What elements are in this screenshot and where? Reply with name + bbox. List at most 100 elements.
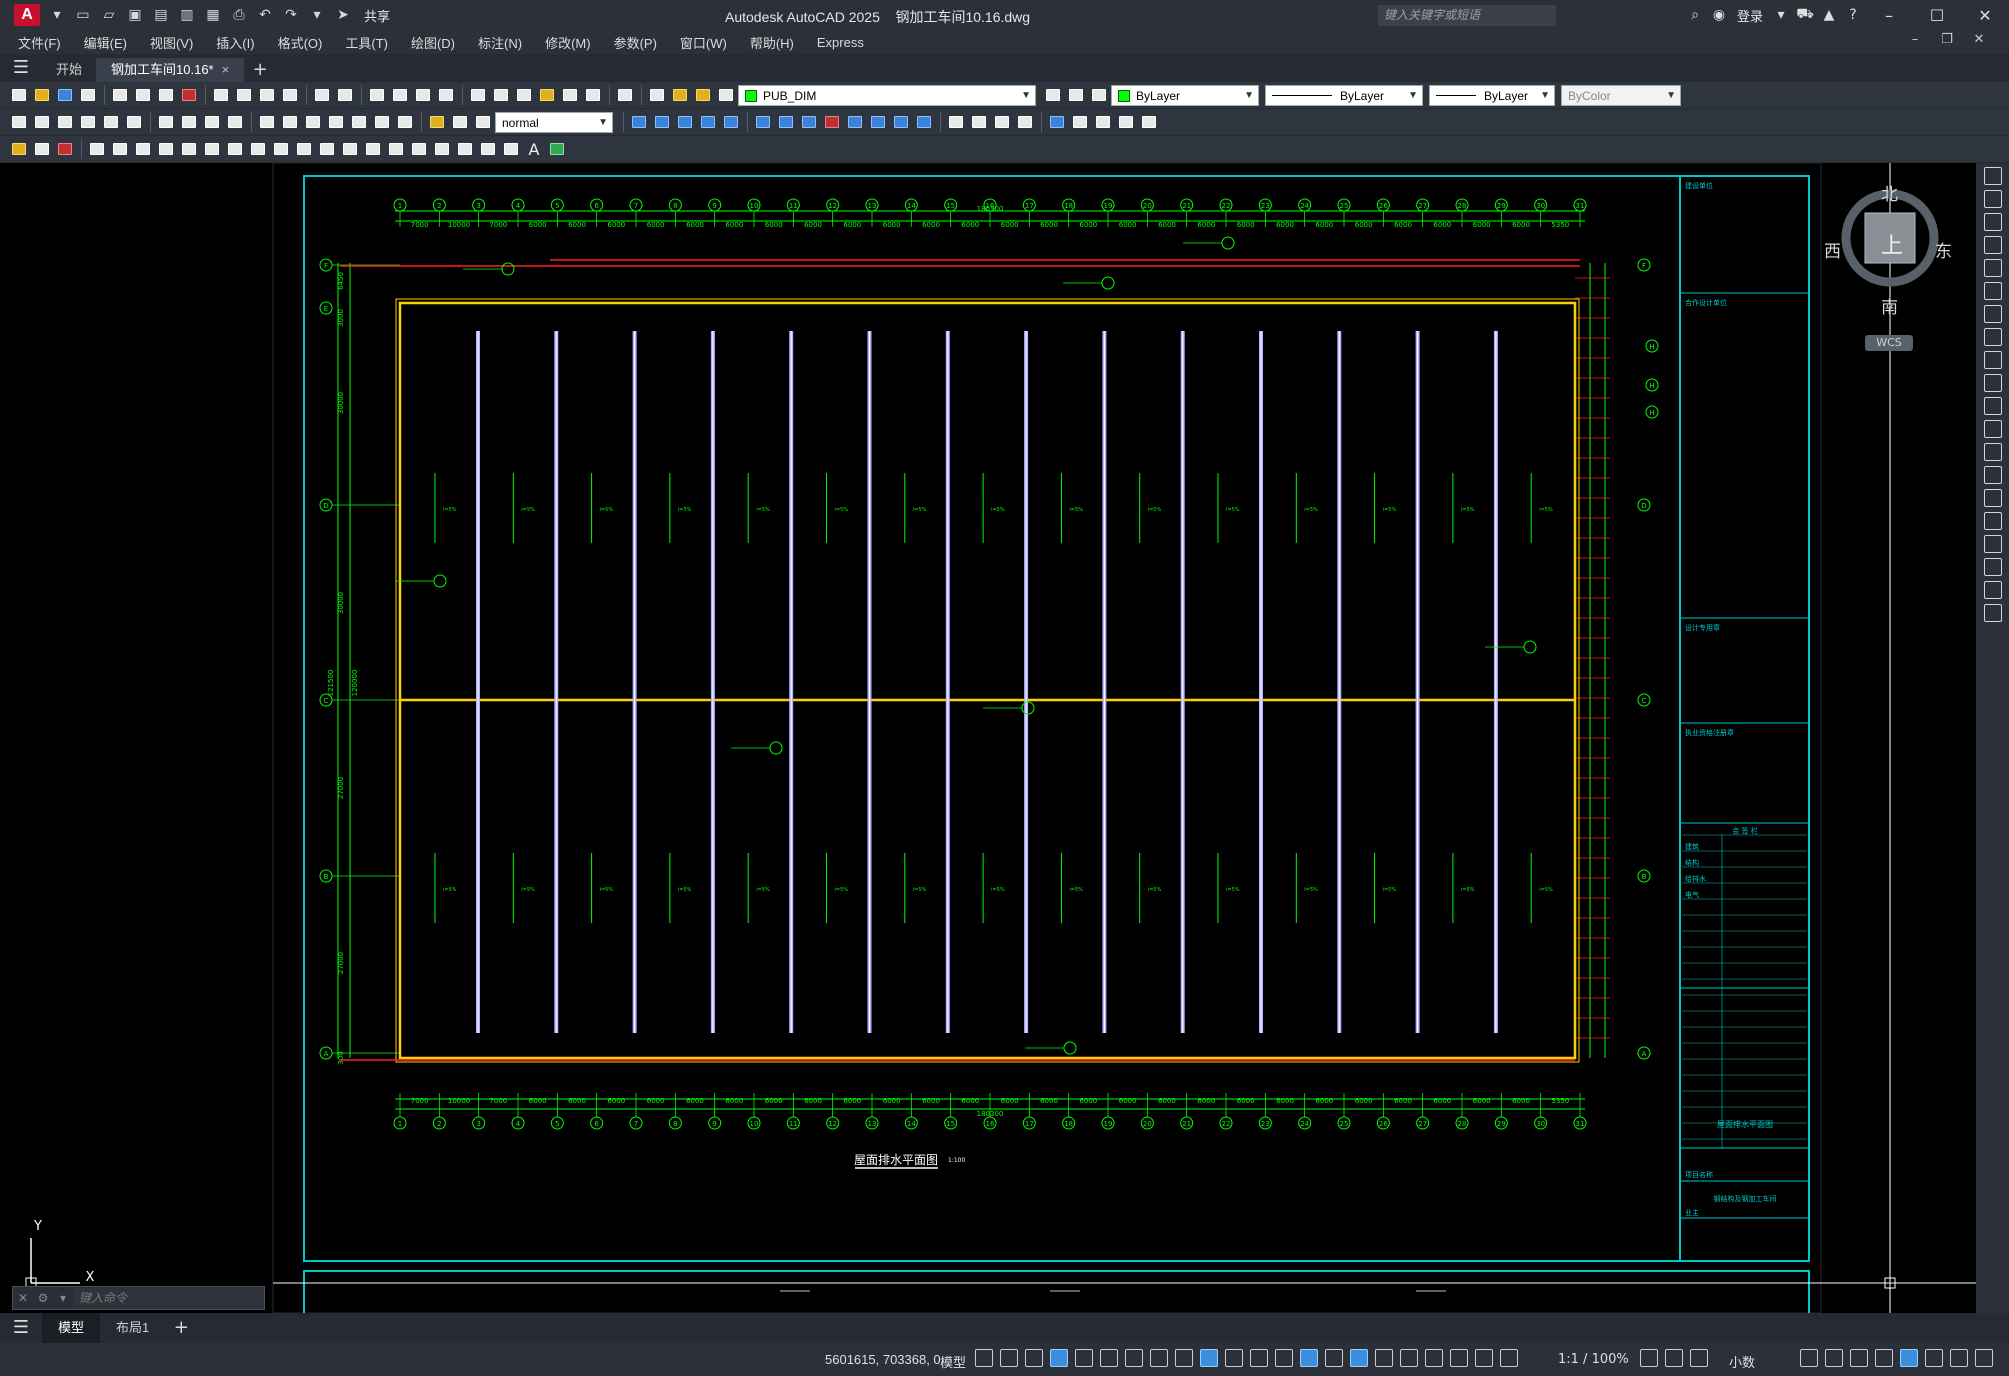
workspace-toggle-icon[interactable] bbox=[1900, 1349, 1918, 1367]
menu-item[interactable]: 编辑(E) bbox=[84, 33, 127, 52]
drafting-toggle-icon[interactable] bbox=[1250, 1349, 1268, 1367]
insert-tool-icon[interactable] bbox=[477, 139, 499, 159]
modify-tool-icon[interactable] bbox=[1983, 558, 2002, 576]
menu-item[interactable]: 窗口(W) bbox=[680, 33, 727, 52]
modify-tool-icon[interactable] bbox=[1983, 420, 2002, 438]
compass-east-label[interactable]: 东 bbox=[1935, 237, 1952, 262]
close-icon[interactable]: ✕ bbox=[13, 1291, 33, 1305]
dim-linear-tool-icon[interactable] bbox=[8, 112, 30, 132]
add-selected-tool-icon[interactable] bbox=[546, 139, 568, 159]
object-tool-icon[interactable] bbox=[798, 112, 820, 132]
dim-baseline-tool-icon[interactable] bbox=[256, 112, 278, 132]
view-tool-icon[interactable] bbox=[628, 112, 650, 132]
dim-linear-tool-icon[interactable] bbox=[54, 112, 76, 132]
menu-item[interactable]: 参数(P) bbox=[614, 33, 657, 52]
file-tool-icon[interactable] bbox=[8, 85, 30, 105]
menu-item[interactable]: 视图(V) bbox=[150, 33, 193, 52]
draw-tool-icon[interactable] bbox=[86, 139, 108, 159]
print-tool-icon[interactable] bbox=[178, 85, 200, 105]
draw-tool-icon[interactable] bbox=[155, 139, 177, 159]
command-input[interactable]: 键入命令 bbox=[73, 1288, 264, 1308]
annotation-toggle-icon[interactable] bbox=[1690, 1349, 1708, 1367]
compass-north-label[interactable]: 北 bbox=[1881, 180, 1898, 205]
drafting-toggle-icon[interactable] bbox=[1200, 1349, 1218, 1367]
text-style-dropdown[interactable]: normal ▼ bbox=[495, 111, 613, 133]
drafting-toggle-icon[interactable] bbox=[1150, 1349, 1168, 1367]
file-tool-icon[interactable] bbox=[77, 85, 99, 105]
refedit-tool-icon[interactable] bbox=[991, 112, 1013, 132]
drafting-toggle-icon[interactable] bbox=[975, 1349, 993, 1367]
draw-tool-icon[interactable] bbox=[178, 139, 200, 159]
login-button[interactable]: 登录 bbox=[1737, 6, 1763, 25]
object-tool-icon[interactable] bbox=[821, 112, 843, 132]
draw-tool-icon[interactable] bbox=[224, 139, 246, 159]
drafting-toggle-icon[interactable] bbox=[1350, 1349, 1368, 1367]
modify-tool-icon[interactable] bbox=[1983, 397, 2002, 415]
menu-item[interactable]: 格式(O) bbox=[278, 33, 323, 52]
properties-tool-icon[interactable] bbox=[467, 85, 489, 105]
drafting-toggle-icon[interactable] bbox=[1175, 1349, 1193, 1367]
refedit-tool-icon[interactable] bbox=[968, 112, 990, 132]
workspace-tool-icon[interactable] bbox=[54, 139, 76, 159]
layer-state-tool-icon[interactable] bbox=[1065, 85, 1087, 105]
properties-tool-icon[interactable] bbox=[513, 85, 535, 105]
dim-baseline-tool-icon[interactable] bbox=[348, 112, 370, 132]
undo-redo-tool-icon[interactable] bbox=[334, 85, 356, 105]
workspace-toggle-icon[interactable] bbox=[1825, 1349, 1843, 1367]
layer-tool-icon[interactable] bbox=[692, 85, 714, 105]
recent-commands-icon[interactable]: ▾ bbox=[53, 1291, 73, 1305]
block-tool-icon[interactable] bbox=[1069, 112, 1091, 132]
help-icon[interactable]: ? bbox=[1841, 7, 1865, 23]
login-dropdown-icon[interactable]: ▾ bbox=[1769, 7, 1793, 23]
file-tool-icon[interactable] bbox=[54, 85, 76, 105]
drafting-toggle-icon[interactable] bbox=[1075, 1349, 1093, 1367]
draw-tool-icon[interactable] bbox=[201, 139, 223, 159]
modify-tool-icon[interactable] bbox=[1983, 305, 2002, 323]
viewcube-top-face[interactable]: 上 bbox=[1881, 228, 1903, 260]
drafting-toggle-icon[interactable] bbox=[1100, 1349, 1118, 1367]
zoom-pan-tool-icon[interactable] bbox=[412, 85, 434, 105]
object-tool-icon[interactable] bbox=[867, 112, 889, 132]
drafting-toggle-icon[interactable] bbox=[1300, 1349, 1318, 1367]
compass-south-label[interactable]: 南 bbox=[1881, 293, 1898, 318]
dim-linear-tool-icon[interactable] bbox=[123, 112, 145, 132]
file-tab-menu-icon[interactable]: ☰ bbox=[0, 54, 42, 82]
layer-state-tool-icon[interactable] bbox=[1088, 85, 1110, 105]
tab-model[interactable]: 模型 bbox=[42, 1313, 101, 1343]
menu-item[interactable]: 帮助(H) bbox=[750, 33, 794, 52]
modify-tool-icon[interactable] bbox=[1983, 190, 2002, 208]
zoom-pan-tool-icon[interactable] bbox=[389, 85, 411, 105]
modify-tool-icon[interactable] bbox=[1983, 167, 2002, 185]
menu-item[interactable]: 文件(F) bbox=[18, 33, 61, 52]
drafting-toggle-icon[interactable] bbox=[1425, 1349, 1443, 1367]
dim-edit-tool-icon[interactable] bbox=[472, 112, 494, 132]
units-dropdown[interactable]: 小数 bbox=[1729, 1352, 1755, 1371]
workspace-toggle-icon[interactable] bbox=[1800, 1349, 1818, 1367]
draw-tool-icon[interactable] bbox=[247, 139, 269, 159]
print-tool-icon[interactable] bbox=[109, 85, 131, 105]
dim-radius-tool-icon[interactable] bbox=[224, 112, 246, 132]
workspace-toggle-icon[interactable] bbox=[1950, 1349, 1968, 1367]
open-file-icon[interactable]: ▱ bbox=[100, 6, 118, 24]
refedit-tool-icon[interactable] bbox=[945, 112, 967, 132]
menu-item[interactable]: 插入(I) bbox=[216, 33, 254, 52]
draw-tool-icon[interactable] bbox=[293, 139, 315, 159]
layer-tool-icon[interactable] bbox=[669, 85, 691, 105]
modify-tool-icon[interactable] bbox=[1983, 259, 2002, 277]
dim-baseline-tool-icon[interactable] bbox=[279, 112, 301, 132]
search-icon[interactable]: ⌕ bbox=[1683, 7, 1707, 23]
drawing-canvas[interactable]: 建设单位 合作设计单位 设计专用章 执业资格注册章会 签 栏建筑 结构 给排水 电气 屋面排水… bbox=[0, 163, 2009, 1313]
compass-west-label[interactable]: 西 bbox=[1824, 237, 1841, 262]
color-dropdown[interactable]: ByLayer ▼ bbox=[1111, 84, 1259, 106]
dim-edit-tool-icon[interactable] bbox=[449, 112, 471, 132]
drafting-toggle-icon[interactable] bbox=[1500, 1349, 1518, 1367]
new-tab-button[interactable]: + bbox=[244, 58, 276, 82]
dim-baseline-tool-icon[interactable] bbox=[394, 112, 416, 132]
multiline-text-icon[interactable]: A bbox=[523, 139, 545, 159]
user-icon[interactable]: ◉ bbox=[1707, 7, 1731, 23]
minimize-button[interactable]: – bbox=[1865, 6, 1913, 25]
open-web-icon[interactable]: ▥ bbox=[178, 6, 196, 24]
dim-baseline-tool-icon[interactable] bbox=[302, 112, 324, 132]
clipboard-tool-icon[interactable] bbox=[210, 85, 232, 105]
workspace-toggle-icon[interactable] bbox=[1925, 1349, 1943, 1367]
